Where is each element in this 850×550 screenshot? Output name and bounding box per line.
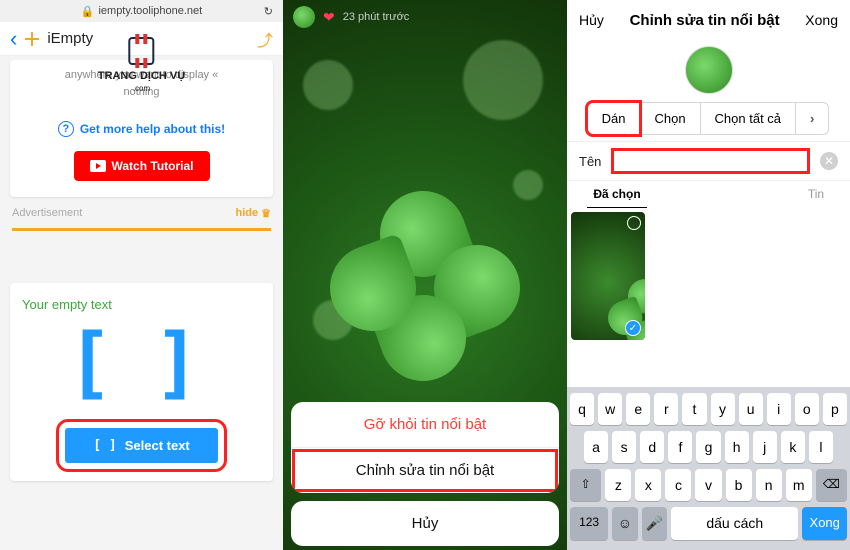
- edit-highlight-button[interactable]: Chỉnh sửa tin nổi bật: [291, 448, 559, 493]
- key-b[interactable]: b: [726, 469, 752, 501]
- screenshot-2: ❤ 23 phút trước Gỡ khỏi tin nổi bật Chỉn…: [283, 0, 567, 550]
- card-subtext: anywhere you want to display «: [65, 69, 218, 81]
- key-g[interactable]: g: [696, 431, 720, 463]
- nav-title: Chỉnh sửa tin nổi bật: [630, 12, 780, 29]
- screenshot-3: Hủy Chỉnh sửa tin nổi bật Xong Dán Chọn …: [567, 0, 850, 550]
- lock-icon: 🔒: [81, 5, 95, 18]
- key-emoji[interactable]: ☺: [612, 507, 637, 540]
- help-link[interactable]: ? Get more help about this!: [20, 121, 263, 137]
- action-sheet: Gỡ khỏi tin nổi bật Chỉnh sửa tin nổi bậ…: [291, 402, 559, 546]
- remove-highlight-button[interactable]: Gỡ khỏi tin nổi bật: [291, 402, 559, 448]
- select-all-option[interactable]: Chọn tất cả: [700, 102, 797, 135]
- key-y[interactable]: y: [711, 393, 735, 425]
- tab-story[interactable]: Tin: [796, 187, 836, 208]
- key-v[interactable]: v: [695, 469, 721, 501]
- share-icon[interactable]: ⤴: [257, 27, 273, 51]
- browser-toolbar: ‹ iEmpty ⤴: [0, 22, 283, 56]
- key-mic[interactable]: 🎤: [642, 507, 667, 540]
- reload-icon[interactable]: ↻: [264, 5, 273, 18]
- key-123[interactable]: 123: [570, 507, 608, 540]
- key-u[interactable]: u: [739, 393, 763, 425]
- check-icon: ✓: [625, 320, 641, 336]
- key-n[interactable]: n: [756, 469, 782, 501]
- key-done[interactable]: Xong: [802, 507, 847, 540]
- key-h[interactable]: h: [725, 431, 749, 463]
- clear-icon[interactable]: ✕: [820, 152, 838, 170]
- help-text[interactable]: Get more help about this!: [80, 122, 225, 136]
- key-p[interactable]: p: [823, 393, 847, 425]
- cover-avatar[interactable]: [685, 46, 733, 94]
- story-header: ❤ 23 phút trước: [283, 0, 567, 34]
- crown-icon: ♛: [261, 207, 271, 220]
- watch-tutorial-button[interactable]: Watch Tutorial: [74, 151, 210, 181]
- avatar[interactable]: [293, 6, 315, 28]
- heart-icon: ❤: [323, 9, 335, 26]
- name-label: Tên: [579, 154, 601, 169]
- url-text: iempty.tooliphone.net: [98, 5, 202, 17]
- brackets-icon: [ ]: [93, 438, 116, 453]
- ad-row: Advertisement hide ♛: [12, 207, 271, 220]
- key-q[interactable]: q: [570, 393, 594, 425]
- select-option[interactable]: Chọn: [639, 102, 700, 135]
- key-l[interactable]: l: [809, 431, 833, 463]
- clover-image: [330, 191, 520, 381]
- key-k[interactable]: k: [781, 431, 805, 463]
- key-f[interactable]: f: [668, 431, 692, 463]
- key-shift[interactable]: ⇧: [570, 469, 601, 501]
- plus-icon: [25, 32, 39, 46]
- nav-done[interactable]: Xong: [805, 12, 838, 28]
- tabs: Đã chọn Tin: [567, 181, 850, 208]
- select-text-button[interactable]: [ ] Select text: [65, 428, 218, 463]
- back-icon[interactable]: ‹: [10, 26, 17, 52]
- key-z[interactable]: z: [605, 469, 631, 501]
- key-o[interactable]: o: [795, 393, 819, 425]
- key-w[interactable]: w: [598, 393, 622, 425]
- keyboard: q w e r t y u i o p a s d f g h j k l ⇧ …: [567, 387, 850, 550]
- key-a[interactable]: a: [584, 431, 608, 463]
- key-row-4: 123 ☺ 🎤 dấu cách Xong: [570, 507, 847, 540]
- more-arrow-icon[interactable]: ›: [795, 102, 829, 135]
- name-input[interactable]: [611, 148, 810, 174]
- help-icon: ?: [58, 121, 74, 137]
- key-d[interactable]: d: [640, 431, 664, 463]
- key-t[interactable]: t: [682, 393, 706, 425]
- hide-ad-button[interactable]: hide ♛: [236, 207, 272, 220]
- nav-cancel[interactable]: Hủy: [579, 12, 604, 28]
- time-ago: 23 phút trước: [343, 11, 410, 23]
- key-x[interactable]: x: [635, 469, 661, 501]
- key-space[interactable]: dấu cách: [671, 507, 798, 540]
- tab-selected[interactable]: Đã chọn: [587, 187, 647, 208]
- key-e[interactable]: e: [626, 393, 650, 425]
- radio-icon: [627, 216, 641, 230]
- screenshot-1: 🔒 iempty.tooliphone.net ↻ ‹ iEmpty ⤴ TRA…: [0, 0, 283, 550]
- key-s[interactable]: s: [612, 431, 636, 463]
- divider: [12, 228, 271, 231]
- brackets-display: []: [46, 324, 261, 402]
- key-j[interactable]: j: [753, 431, 777, 463]
- youtube-icon: [90, 160, 106, 172]
- address-bar[interactable]: 🔒 iempty.tooliphone.net ↻: [0, 0, 283, 22]
- site-name: iEmpty: [47, 30, 93, 47]
- ad-label: Advertisement: [12, 207, 82, 219]
- name-row: Tên ✕: [567, 141, 850, 181]
- empty-text-card: Your empty text [] [ ] Select text: [10, 283, 273, 481]
- key-backspace[interactable]: ⌫: [816, 469, 847, 501]
- paste-option[interactable]: Dán: [587, 102, 641, 135]
- key-r[interactable]: r: [654, 393, 678, 425]
- edit-nav: Hủy Chỉnh sửa tin nổi bật Xong: [567, 0, 850, 40]
- cancel-button[interactable]: Hủy: [291, 501, 559, 546]
- story-thumb[interactable]: ✓: [571, 212, 645, 340]
- key-m[interactable]: m: [786, 469, 812, 501]
- info-card: TRANG DỊCH VỤ .com anywhere you want to …: [10, 60, 273, 197]
- key-c[interactable]: c: [665, 469, 691, 501]
- key-row-3: ⇧ z x c v b n m ⌫: [570, 469, 847, 501]
- empty-text-label: Your empty text: [22, 297, 261, 312]
- key-row-2: a s d f g h j k l: [570, 431, 847, 463]
- key-i[interactable]: i: [767, 393, 791, 425]
- context-menu: Dán Chọn Chọn tất cả ›: [567, 102, 850, 135]
- key-row-1: q w e r t y u i o p: [570, 393, 847, 425]
